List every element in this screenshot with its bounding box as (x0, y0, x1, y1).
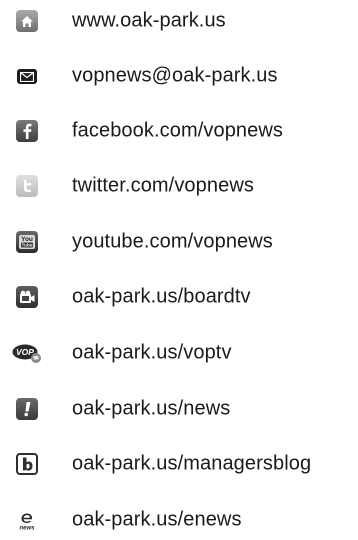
enews-icon-text: news (19, 526, 35, 532)
mail-icon (17, 69, 37, 84)
link-vop-tv-label[interactable]: oak-park.us/voptv (72, 342, 232, 365)
link-email[interactable]: vopnews@oak-park.us (0, 56, 358, 96)
link-enews[interactable]: news oak-park.us/enews (0, 500, 358, 540)
link-enews-label[interactable]: oak-park.us/enews (72, 509, 242, 532)
link-youtube[interactable]: You Tube youtube.com/vopnews (0, 222, 358, 262)
link-news[interactable]: oak-park.us/news (0, 389, 358, 429)
vop-tv-icon: VOP (12, 342, 42, 364)
link-board-tv[interactable]: oak-park.us/boardtv (0, 277, 358, 317)
twitter-icon (16, 175, 38, 197)
board-tv-icon (16, 286, 38, 308)
contact-link-list: www.oak-park.us vopnews@oak-park.us face… (0, 0, 358, 535)
link-facebook[interactable]: facebook.com/vopnews (0, 111, 358, 151)
link-news-label[interactable]: oak-park.us/news (72, 398, 230, 421)
link-twitter-label[interactable]: twitter.com/vopnews (72, 175, 254, 198)
vop-icon-text: VOP (16, 347, 34, 357)
news-icon (16, 398, 38, 420)
link-managers-blog-label[interactable]: oak-park.us/managersblog (72, 453, 311, 476)
link-board-tv-label[interactable]: oak-park.us/boardtv (72, 286, 251, 309)
link-twitter[interactable]: twitter.com/vopnews (0, 166, 358, 206)
link-vop-tv[interactable]: VOP oak-park.us/voptv (0, 333, 358, 373)
link-website-label[interactable]: www.oak-park.us (72, 10, 226, 33)
facebook-icon (16, 120, 38, 142)
home-icon (16, 10, 38, 32)
youtube-icon: You Tube (16, 231, 38, 253)
link-email-label[interactable]: vopnews@oak-park.us (72, 65, 278, 88)
link-website[interactable]: www.oak-park.us (0, 1, 358, 41)
link-managers-blog[interactable]: oak-park.us/managersblog (0, 444, 358, 484)
youtube-icon-text-top: You (21, 236, 33, 243)
enews-icon: news (16, 509, 38, 531)
link-facebook-label[interactable]: facebook.com/vopnews (72, 120, 283, 143)
link-youtube-label[interactable]: youtube.com/vopnews (72, 231, 273, 254)
youtube-icon-text-bottom: Tube (21, 243, 32, 249)
blog-icon (16, 453, 38, 475)
